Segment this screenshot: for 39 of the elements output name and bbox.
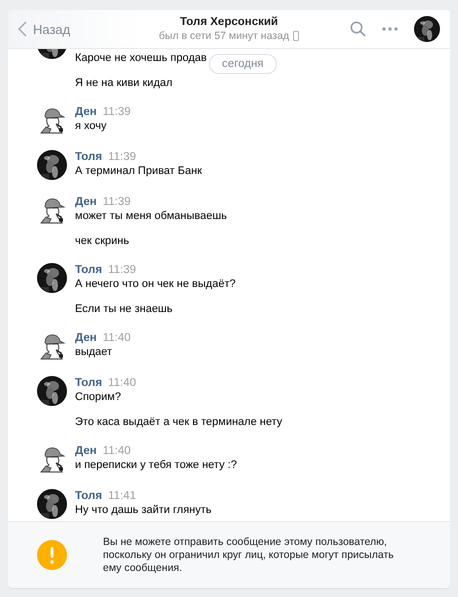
message-text: А нечего что он чек не выдаёт? [75, 277, 236, 291]
back-button[interactable]: Назад [18, 21, 128, 37]
message-time: 11:40 [102, 331, 131, 345]
message-text: может ты меня обманываешь [75, 209, 227, 223]
search-icon[interactable] [350, 21, 366, 37]
sender-name[interactable]: Толя [75, 263, 102, 277]
message-text: Если ты не знаешь [75, 302, 174, 316]
message-time: 11:39 [108, 263, 136, 277]
message-time: 11:40 [102, 444, 131, 458]
message-text: и переписки у тебя тоже нету :? [75, 458, 237, 472]
notice-text: Вы не можете отправить сообщение этому пользователю, поскольку он ограничил круг лиц, которые могут присылать ему сообщения. [103, 536, 395, 574]
phone-icon [293, 31, 300, 41]
more-icon[interactable] [382, 27, 398, 31]
chat-title: Толя Херсонский [180, 16, 278, 28]
sender-name[interactable]: Толя [75, 489, 102, 503]
sender-name[interactable]: Ден [75, 444, 97, 458]
sender-name[interactable]: Толя [75, 150, 102, 164]
message-text: А терминал Приват Банк [75, 164, 202, 178]
message-time: 11:39 [102, 105, 131, 119]
date-divider: сегодня [209, 54, 277, 74]
sender-name[interactable]: Ден [75, 105, 97, 119]
message-text: Кароче не хочешь продав [75, 51, 207, 65]
sender-name[interactable]: Ден [75, 195, 97, 209]
message-text: я хочу [75, 119, 108, 133]
sender-name[interactable]: Толя [75, 376, 102, 390]
message-text: Спорим? [75, 390, 122, 404]
message-time: 11:39 [108, 150, 136, 164]
warning-icon [37, 540, 67, 570]
message-text: Я не на киви кидал [75, 76, 174, 90]
message-time: 11:40 [108, 376, 136, 390]
message-time: 11:41 [108, 489, 136, 503]
message-text: выдает [75, 345, 114, 359]
online-status: был в сети 57 минут назад [158, 30, 290, 42]
message-time: 11:39 [102, 195, 131, 209]
message-text: Это каса выдаёт а чек в терминале нету [75, 415, 282, 429]
chevron-icon [18, 21, 27, 37]
message-text: чек скринь [75, 234, 130, 248]
message-text: Ну что дашь зайти глянуть [75, 503, 212, 517]
sender-name[interactable]: Ден [75, 331, 97, 345]
